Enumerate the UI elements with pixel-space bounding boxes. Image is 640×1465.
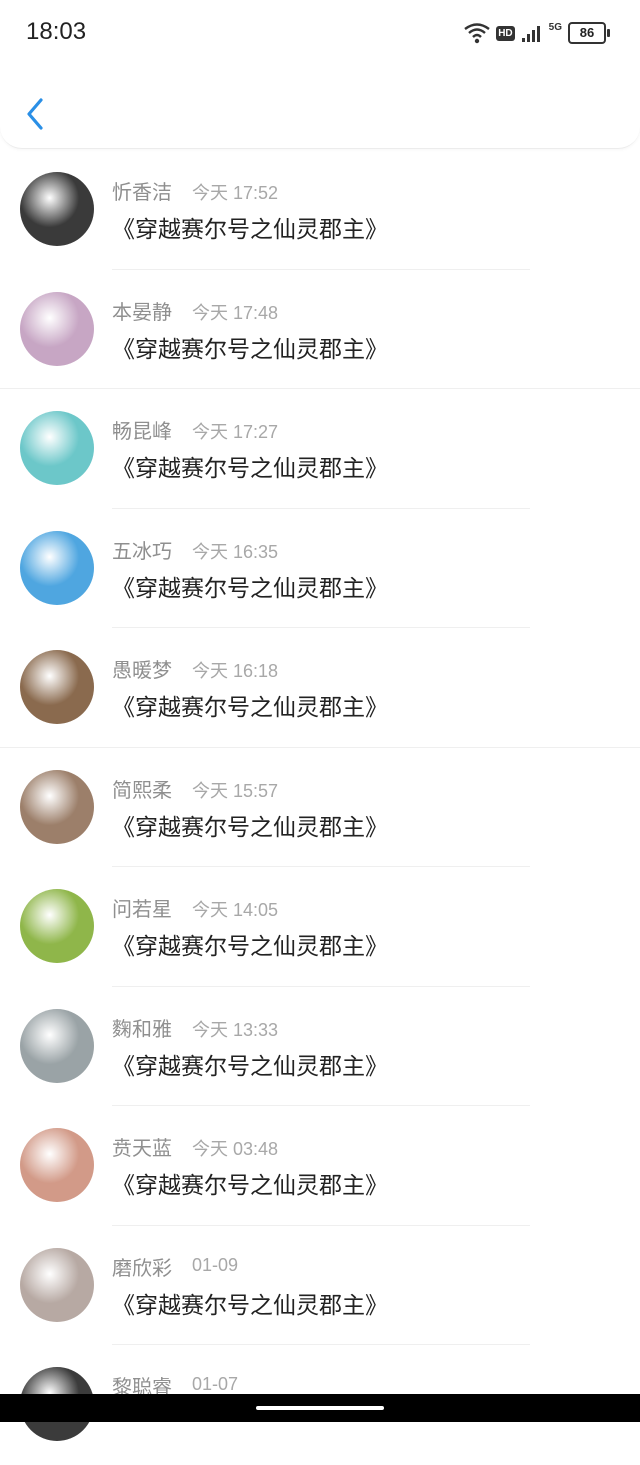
signal-icon — [521, 26, 540, 42]
avatar[interactable] — [20, 1247, 94, 1322]
wifi-icon — [464, 23, 490, 44]
list-item[interactable]: 问若星 今天 14:05 《穿越赛尔号之仙灵郡主》 — [0, 867, 640, 987]
home-indicator[interactable] — [256, 1406, 384, 1410]
message-time: 今天 17:27 — [192, 422, 279, 442]
list-item[interactable]: 忻香洁 今天 17:52 《穿越赛尔号之仙灵郡主》 — [0, 150, 640, 270]
book-title: 《穿越赛尔号之仙灵郡主》 — [112, 575, 388, 602]
book-title: 《穿越赛尔号之仙灵郡主》 — [112, 695, 388, 721]
list-item[interactable]: 五冰巧 今天 16:35 《穿越赛尔号之仙灵郡主》 — [0, 509, 640, 628]
avatar[interactable] — [20, 889, 94, 963]
book-title: 《穿越赛尔号之仙灵郡主》 — [112, 814, 388, 841]
chevron-left-icon — [27, 98, 43, 130]
book-title: 《穿越赛尔号之仙灵郡主》 — [112, 336, 388, 363]
user-name: 本晏静 — [112, 299, 172, 324]
book-title: 《穿越赛尔号之仙灵郡主》 — [112, 1173, 388, 1199]
message-time: 今天 15:57 — [192, 780, 279, 801]
user-name: 愚暖梦 — [112, 658, 172, 682]
system-nav-bar — [0, 1394, 640, 1422]
message-time: 今天 17:48 — [192, 302, 279, 323]
avatar[interactable] — [20, 291, 94, 366]
message-time: 01-07 — [192, 1374, 239, 1394]
avatar[interactable] — [20, 172, 94, 246]
avatar[interactable] — [20, 650, 94, 724]
back-button[interactable] — [22, 96, 52, 132]
list-item[interactable]: 贲天蓝 今天 03:48 《穿越赛尔号之仙灵郡主》 — [0, 1106, 640, 1226]
avatar[interactable] — [20, 1128, 94, 1202]
hd-voice-badge: HD — [496, 25, 515, 41]
user-name: 畅昆峰 — [112, 419, 172, 443]
status-bar: 18:03 HD 5G 86 — [0, 0, 640, 66]
book-title: 《穿越赛尔号之仙灵郡主》 — [112, 1053, 388, 1080]
user-name: 贲天蓝 — [112, 1136, 172, 1160]
list-item[interactable]: 简熙柔 今天 15:57 《穿越赛尔号之仙灵郡主》 — [0, 748, 640, 867]
message-time: 今天 14:05 — [192, 900, 279, 920]
battery-indicator: 86 — [568, 22, 610, 44]
user-name: 麴和雅 — [112, 1016, 172, 1041]
network-type-label: 5G — [548, 21, 562, 33]
list-item[interactable]: 麴和雅 今天 13:33 《穿越赛尔号之仙灵郡主》 — [0, 987, 640, 1106]
avatar[interactable] — [20, 411, 94, 485]
user-name: 忻香洁 — [112, 180, 172, 204]
status-icons: HD 5G 86 — [464, 20, 610, 46]
book-title: 《穿越赛尔号之仙灵郡主》 — [112, 217, 388, 243]
avatar[interactable] — [20, 530, 94, 605]
book-title: 《穿越赛尔号之仙灵郡主》 — [112, 456, 388, 482]
avatar[interactable] — [20, 1008, 94, 1083]
user-name: 磨欣彩 — [112, 1255, 172, 1280]
list-item[interactable]: 本晏静 今天 17:48 《穿越赛尔号之仙灵郡主》 — [0, 270, 640, 389]
message-time: 今天 16:35 — [192, 541, 279, 562]
avatar[interactable] — [20, 769, 94, 844]
list-item[interactable]: 愚暖梦 今天 16:18 《穿越赛尔号之仙灵郡主》 — [0, 628, 640, 748]
book-title: 《穿越赛尔号之仙灵郡主》 — [112, 934, 388, 960]
list-item[interactable]: 畅昆峰 今天 17:27 《穿越赛尔号之仙灵郡主》 — [0, 389, 640, 509]
user-name: 简熙柔 — [112, 777, 172, 802]
book-title: 《穿越赛尔号之仙灵郡主》 — [112, 1292, 388, 1319]
message-time: 01-09 — [192, 1254, 239, 1275]
user-name: 五冰巧 — [112, 538, 172, 563]
status-time: 18:03 — [26, 18, 87, 45]
message-time: 今天 17:52 — [192, 183, 279, 203]
message-time: 今天 03:48 — [192, 1139, 279, 1159]
message-time: 今天 16:18 — [192, 661, 279, 681]
user-name: 问若星 — [112, 897, 172, 921]
message-list: 忻香洁 今天 17:52 《穿越赛尔号之仙灵郡主》 本晏静 今天 17:48 《穿越赛尔号… — [0, 150, 640, 1465]
message-time: 今天 13:33 — [192, 1019, 279, 1040]
list-item[interactable]: 磨欣彩 01-09 《穿越赛尔号之仙灵郡主》 — [0, 1226, 640, 1345]
